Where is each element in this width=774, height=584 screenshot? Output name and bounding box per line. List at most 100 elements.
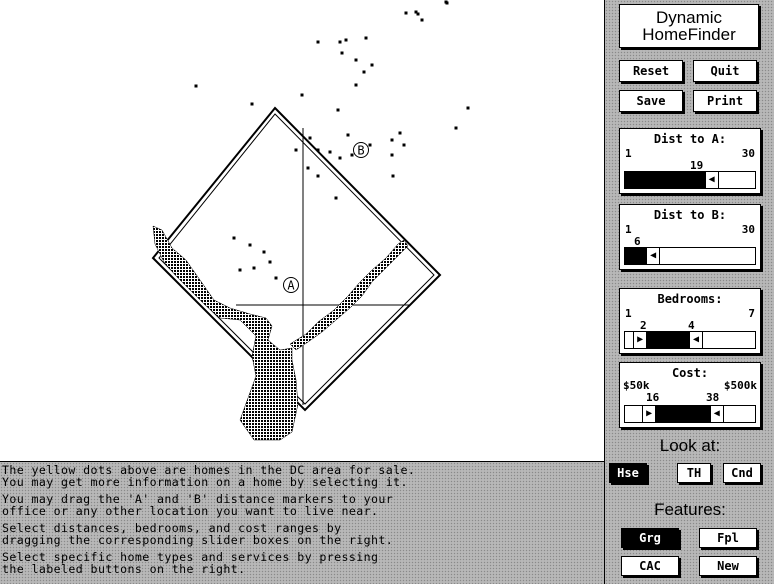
- home-dot[interactable]: [238, 268, 242, 272]
- home-dot[interactable]: [398, 131, 402, 135]
- bedrooms-slider-box: Bedrooms: 1 7 2 4 ▶ ◀: [619, 288, 761, 354]
- home-dot[interactable]: [454, 126, 458, 130]
- home-dot[interactable]: [416, 12, 420, 16]
- home-dot[interactable]: [370, 63, 374, 67]
- home-type-cnd-button[interactable]: Cnd: [723, 463, 761, 483]
- dist-b-min: 1: [625, 223, 632, 236]
- potomac-river: [152, 225, 299, 441]
- marker-b-label: B: [357, 144, 364, 158]
- home-dots[interactable]: [194, 0, 470, 280]
- home-dot[interactable]: [338, 156, 342, 160]
- home-dot[interactable]: [300, 93, 304, 97]
- home-dot[interactable]: [250, 102, 254, 106]
- dist-a-track[interactable]: ◀: [624, 171, 756, 189]
- home-dot[interactable]: [274, 276, 278, 280]
- home-dot[interactable]: [390, 138, 394, 142]
- home-dot[interactable]: [316, 40, 320, 44]
- feature-grg-button[interactable]: Grg: [621, 528, 679, 548]
- home-dot[interactable]: [368, 143, 372, 147]
- bedrooms-track[interactable]: ▶ ◀: [624, 331, 756, 349]
- bedrooms-min: 1: [625, 307, 632, 320]
- dist-b-label: Dist to B:: [653, 208, 727, 222]
- dist-a-min: 1: [625, 147, 632, 160]
- help-line: The yellow dots above are homes in the D…: [2, 463, 416, 489]
- dist-b-max: 30: [741, 223, 755, 236]
- quit-button[interactable]: Quit: [693, 60, 757, 82]
- dist-b-track[interactable]: ◀: [624, 247, 756, 265]
- home-dot[interactable]: [248, 243, 252, 247]
- home-dot[interactable]: [404, 11, 408, 15]
- home-type-th-button[interactable]: TH: [677, 463, 711, 483]
- home-dot[interactable]: [194, 84, 198, 88]
- app-title-line2: HomeFinder: [642, 25, 736, 44]
- home-dot[interactable]: [350, 153, 354, 157]
- home-dot[interactable]: [316, 148, 320, 152]
- reset-button[interactable]: Reset: [619, 60, 683, 82]
- dist-a-label: Dist to A:: [653, 132, 727, 146]
- app-title-button[interactable]: Dynamic HomeFinder: [619, 4, 759, 48]
- cost-high-value: 38: [706, 391, 720, 404]
- cost-label: Cost:: [671, 366, 709, 380]
- bedrooms-low-handle[interactable]: ▶: [633, 331, 648, 349]
- help-line: Select distances, bedrooms, and cost ran…: [2, 521, 394, 547]
- cost-low-handle[interactable]: ▶: [642, 405, 657, 423]
- home-dot[interactable]: [346, 133, 350, 137]
- dist-b-slider-box: Dist to B: 1 30 6 ◀: [619, 204, 761, 270]
- home-dot[interactable]: [306, 166, 310, 170]
- home-dot[interactable]: [466, 106, 470, 110]
- marker-a-label: A: [287, 279, 295, 293]
- cost-fill: [656, 406, 711, 422]
- home-dot[interactable]: [308, 136, 312, 140]
- home-type-hse-button[interactable]: Hse: [609, 463, 647, 483]
- print-button[interactable]: Print: [693, 90, 757, 112]
- home-dot[interactable]: [268, 260, 272, 264]
- home-dot[interactable]: [354, 83, 358, 87]
- cost-high-handle[interactable]: ◀: [709, 405, 724, 423]
- feature-cac-button[interactable]: CAC: [621, 556, 679, 576]
- map-view[interactable]: A B: [0, 0, 604, 462]
- help-text-area: The yellow dots above are homes in the D…: [0, 462, 604, 584]
- home-dot[interactable]: [294, 148, 298, 152]
- home-dot[interactable]: [336, 108, 340, 112]
- help-line: Select specific home types and services …: [2, 550, 379, 576]
- home-dot[interactable]: [344, 38, 348, 42]
- home-dot[interactable]: [252, 266, 256, 270]
- home-dot[interactable]: [364, 36, 368, 40]
- home-dot[interactable]: [334, 196, 338, 200]
- cost-track[interactable]: ▶ ◀: [624, 405, 756, 423]
- bedrooms-max: 7: [748, 307, 755, 320]
- home-dot[interactable]: [338, 40, 342, 44]
- home-dot[interactable]: [390, 153, 394, 157]
- home-dot[interactable]: [420, 18, 424, 22]
- marker-a[interactable]: A: [283, 277, 299, 293]
- feature-new-button[interactable]: New: [699, 556, 757, 576]
- dist-a-max: 30: [741, 147, 755, 160]
- dist-a-fill: [625, 172, 706, 188]
- anacostia-river: [289, 239, 409, 351]
- home-dot[interactable]: [232, 236, 236, 240]
- marker-b[interactable]: B: [353, 142, 369, 158]
- home-dot[interactable]: [445, 1, 449, 5]
- features-label: Features:: [654, 500, 726, 519]
- help-line: You may drag the 'A' and 'B' distance ma…: [2, 492, 394, 518]
- control-panel: Dynamic HomeFinder Reset Quit Save Print…: [604, 0, 774, 584]
- save-button[interactable]: Save: [619, 90, 683, 112]
- home-dot[interactable]: [391, 174, 395, 178]
- bedrooms-high-handle[interactable]: ◀: [689, 331, 703, 349]
- home-dot[interactable]: [354, 58, 358, 62]
- home-dot[interactable]: [402, 143, 406, 147]
- feature-fpl-button[interactable]: Fpl: [699, 528, 757, 548]
- dist-a-handle[interactable]: ◀: [704, 171, 719, 189]
- home-dot[interactable]: [340, 51, 344, 55]
- home-dot[interactable]: [316, 174, 320, 178]
- bedrooms-label: Bedrooms:: [657, 292, 723, 306]
- home-dot[interactable]: [362, 70, 366, 74]
- dc-boundary: [151, 106, 442, 412]
- dist-b-fill: [625, 248, 648, 264]
- home-dot[interactable]: [328, 150, 332, 154]
- dist-b-handle[interactable]: ◀: [646, 247, 661, 265]
- home-dot[interactable]: [262, 250, 266, 254]
- bedrooms-fill: [647, 332, 690, 348]
- cost-max: $500k: [723, 379, 757, 392]
- dc-map[interactable]: A B: [0, 0, 604, 461]
